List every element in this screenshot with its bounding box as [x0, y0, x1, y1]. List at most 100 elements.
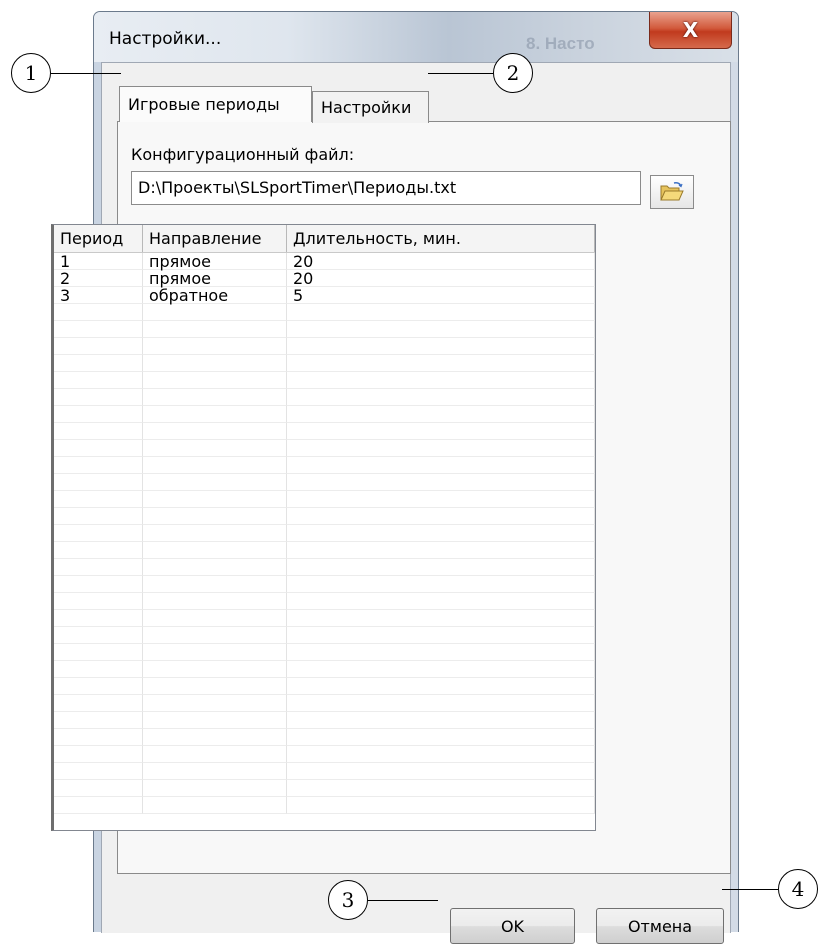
- table-row-empty[interactable]: [54, 304, 595, 321]
- table-cell: [54, 610, 143, 627]
- table-cell: [287, 763, 595, 780]
- table-row-empty[interactable]: [54, 627, 595, 644]
- config-file-path-input[interactable]: D:\Проекты\SLSportTimer\Периоды.txt: [131, 171, 641, 205]
- table-row-empty[interactable]: [54, 593, 595, 610]
- table-row-empty[interactable]: [54, 780, 595, 797]
- table-row-empty[interactable]: [54, 610, 595, 627]
- table-cell: 3: [54, 287, 143, 304]
- table-rows: 1 прямое 20 2 прямое 20 3 обратное 5: [54, 253, 595, 830]
- table-cell: [143, 763, 287, 780]
- ok-button[interactable]: OK: [450, 908, 575, 944]
- title-bar[interactable]: Настройки... 8. Насто X: [94, 12, 738, 62]
- table-cell: [54, 780, 143, 797]
- table-row[interactable]: 3 обратное 5: [54, 287, 595, 304]
- tab-settings[interactable]: Настройки: [312, 91, 429, 123]
- table-row-empty[interactable]: [54, 576, 595, 593]
- table-cell: [143, 389, 287, 406]
- tab-game-periods[interactable]: Игровые периоды: [119, 86, 312, 122]
- table-cell: [54, 304, 143, 321]
- table-cell: [287, 372, 595, 389]
- table-row-empty[interactable]: [54, 508, 595, 525]
- table-cell: [143, 423, 287, 440]
- table-cell: [287, 406, 595, 423]
- table-row-empty[interactable]: [54, 372, 595, 389]
- table-row-empty[interactable]: [54, 440, 595, 457]
- table-row-empty[interactable]: [54, 355, 595, 372]
- table-cell: [143, 695, 287, 712]
- table-cell: [287, 712, 595, 729]
- table-cell: 5: [287, 287, 595, 304]
- table-cell: [143, 440, 287, 457]
- cancel-button[interactable]: Отмена: [596, 908, 724, 944]
- periods-table: Период Направление Длительность, мин. 1п…: [51, 224, 596, 831]
- table-cell: [54, 355, 143, 372]
- table-row-empty[interactable]: [54, 321, 595, 338]
- table-cell: 20: [287, 270, 595, 287]
- table-cell: [143, 644, 287, 661]
- table-cell: [143, 372, 287, 389]
- table-cell: [54, 491, 143, 508]
- table-cell: [143, 593, 287, 610]
- table-cell: [143, 729, 287, 746]
- table-row-empty[interactable]: [54, 423, 595, 440]
- table-row-empty[interactable]: [54, 797, 595, 814]
- table-cell: [143, 627, 287, 644]
- table-cell: [287, 338, 595, 355]
- table-row[interactable]: 1 прямое 20: [54, 253, 595, 270]
- table-cell: [143, 746, 287, 763]
- table-cell: [54, 457, 143, 474]
- table-row-empty[interactable]: [54, 542, 595, 559]
- config-file-label: Конфигурационный файл:: [131, 145, 355, 164]
- table-cell: [54, 406, 143, 423]
- table-row-empty[interactable]: [54, 695, 595, 712]
- table-row-empty[interactable]: [54, 678, 595, 695]
- table-row-empty[interactable]: [54, 763, 595, 780]
- table-row-empty[interactable]: [54, 525, 595, 542]
- table-cell: [54, 576, 143, 593]
- table-row[interactable]: 2 прямое 20: [54, 270, 595, 287]
- table-cell: прямое: [143, 270, 287, 287]
- callout-1-line: [51, 73, 121, 74]
- browse-button[interactable]: [650, 175, 694, 209]
- column-header-duration[interactable]: Длительность, мин.: [287, 225, 595, 252]
- table-cell: [287, 627, 595, 644]
- table-cell: [54, 423, 143, 440]
- table-cell: [287, 423, 595, 440]
- background-window-title: 8. Насто: [526, 34, 595, 53]
- table-cell: [287, 576, 595, 593]
- table-cell: [54, 678, 143, 695]
- table-cell: обратное: [143, 287, 287, 304]
- window-title: Настройки...: [109, 29, 222, 49]
- table-cell: [54, 508, 143, 525]
- table-cell: [54, 440, 143, 457]
- table-row-empty[interactable]: [54, 389, 595, 406]
- table-row-empty[interactable]: [54, 559, 595, 576]
- table-cell: [54, 338, 143, 355]
- table-row-empty[interactable]: [54, 644, 595, 661]
- table-cell: [287, 797, 595, 814]
- table-cell: [143, 610, 287, 627]
- table-row-empty[interactable]: [54, 406, 595, 423]
- table-row-empty[interactable]: [54, 474, 595, 491]
- table-row-empty[interactable]: [54, 457, 595, 474]
- table-row-empty[interactable]: [54, 729, 595, 746]
- column-header-period[interactable]: Период: [54, 225, 143, 252]
- table-cell: [143, 678, 287, 695]
- folder-open-icon: [660, 182, 684, 201]
- table-cell: [54, 695, 143, 712]
- table-row-empty[interactable]: [54, 491, 595, 508]
- close-button[interactable]: X: [649, 12, 732, 49]
- table-row-empty[interactable]: [54, 661, 595, 678]
- callout-4-line: [722, 889, 778, 890]
- table-cell: [287, 729, 595, 746]
- table-row-empty[interactable]: [54, 712, 595, 729]
- column-header-direction[interactable]: Направление: [143, 225, 287, 252]
- table-cell: [287, 610, 595, 627]
- table-cell: [287, 695, 595, 712]
- table-row-empty[interactable]: [54, 746, 595, 763]
- table-cell: прямое: [143, 253, 287, 270]
- table-cell: [287, 389, 595, 406]
- table-cell: [54, 389, 143, 406]
- table-row-empty[interactable]: [54, 338, 595, 355]
- table-cell: [287, 542, 595, 559]
